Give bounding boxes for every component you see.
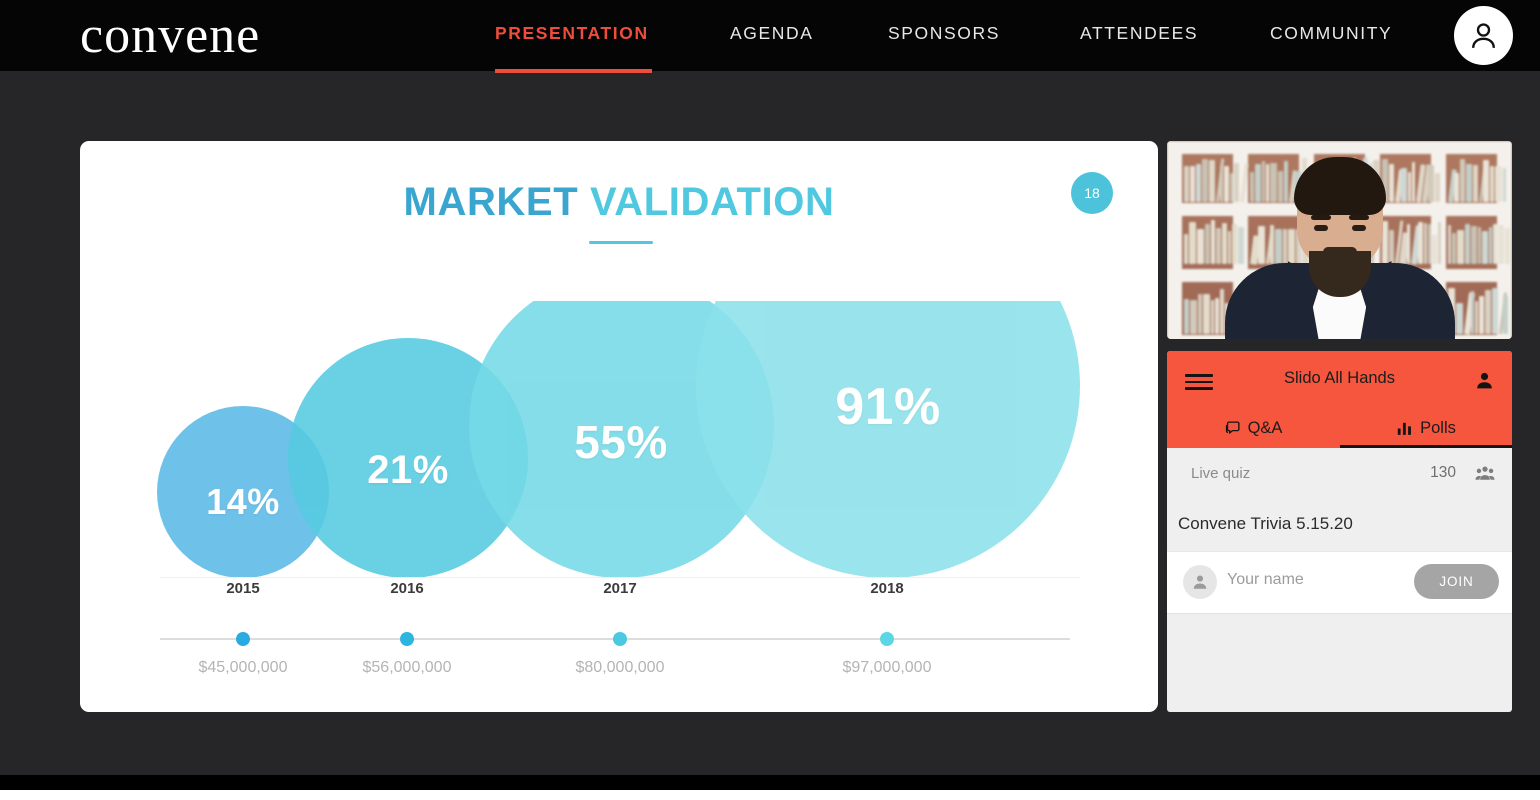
bubble-2018: 91% — [696, 301, 1080, 578]
nav-item-agenda[interactable]: AGENDA — [730, 23, 814, 49]
top-navigation-bar: convene PRESENTATION AGENDA SPONSORS ATT… — [0, 0, 1540, 73]
tab-qa[interactable]: Q&A — [1167, 409, 1339, 448]
tab-qa-label: Q&A — [1247, 419, 1283, 437]
participant-count: 130 — [1430, 464, 1456, 481]
group-icon — [1475, 465, 1495, 488]
chart-baseline — [160, 577, 1080, 578]
person-icon — [1477, 372, 1492, 389]
join-bar: JOIN — [1167, 551, 1512, 614]
amount-label-2015: $45,000,000 — [198, 659, 288, 676]
slido-title: Slido All Hands — [1284, 369, 1395, 387]
active-nav-underline — [495, 69, 652, 73]
presentation-slide: MARKET VALIDATION 18 14% 21% 55% 91% 201… — [80, 141, 1158, 712]
timeline-marker-2017[interactable] — [613, 632, 627, 646]
slido-profile-button[interactable] — [1474, 370, 1495, 396]
user-avatar-button[interactable] — [1454, 6, 1513, 65]
slide-title: MARKET VALIDATION — [80, 180, 1158, 225]
slido-panel: Slido All Hands Q&A Polls Live quiz 130 … — [1167, 351, 1512, 712]
nav-item-attendees[interactable]: ATTENDEES — [1080, 23, 1198, 49]
nav-item-sponsors[interactable]: SPONSORS — [888, 23, 1000, 49]
person-icon — [1193, 575, 1207, 589]
speaker-brow-left — [1310, 215, 1331, 220]
tab-polls[interactable]: Polls — [1340, 409, 1512, 448]
quiz-title: Convene Trivia 5.15.20 — [1178, 514, 1353, 533]
speaker-video[interactable] — [1167, 141, 1512, 339]
join-button[interactable]: JOIN — [1414, 564, 1499, 599]
timeline-marker-2015[interactable] — [236, 632, 250, 646]
bubble-chart: 14% 21% 55% 91% — [80, 301, 1158, 578]
year-label-2018: 2018 — [870, 580, 904, 597]
bar-chart-icon — [1397, 422, 1412, 435]
app-root: convene PRESENTATION AGENDA SPONSORS ATT… — [0, 0, 1540, 800]
page-bottom-edge — [0, 790, 1540, 800]
slide-number-badge[interactable]: 18 — [1071, 172, 1113, 214]
slido-header: Slido All Hands Q&A Polls — [1167, 351, 1512, 448]
year-label-2016: 2016 — [390, 580, 424, 597]
bubble-value-2018: 91% — [835, 377, 941, 436]
speaker-brow-right — [1348, 215, 1369, 220]
nav-items: PRESENTATION AGENDA SPONSORS ATTENDEES C… — [440, 0, 1420, 71]
speaker-eye-right — [1351, 225, 1366, 231]
year-label-2015: 2015 — [226, 580, 260, 597]
join-avatar — [1183, 565, 1217, 599]
slido-tabs: Q&A Polls — [1167, 409, 1512, 448]
amount-label-2016: $56,000,000 — [362, 659, 452, 676]
title-divider — [589, 241, 653, 244]
speaker-eye-left — [1313, 225, 1328, 231]
slide-title-part2: VALIDATION — [589, 180, 835, 224]
tab-polls-label: Polls — [1420, 419, 1456, 437]
slide-title-part1: MARKET — [403, 180, 579, 224]
timeline-marker-2016[interactable] — [400, 632, 414, 646]
person-icon — [1472, 23, 1495, 48]
convene-logo[interactable]: convene — [80, 8, 260, 64]
quiz-meta-row: Live quiz 130 — [1167, 448, 1512, 506]
nav-item-community[interactable]: COMMUNITY — [1270, 23, 1392, 49]
speech-bubble-icon — [1225, 421, 1240, 434]
nav-item-presentation[interactable]: PRESENTATION — [495, 23, 649, 49]
year-label-2017: 2017 — [603, 580, 637, 597]
quiz-kind-label: Live quiz — [1191, 465, 1251, 482]
timeline-marker-2018[interactable] — [880, 632, 894, 646]
amount-label-2018: $97,000,000 — [842, 659, 932, 676]
name-input[interactable] — [1225, 570, 1409, 590]
bottom-black-bar — [0, 775, 1540, 790]
amount-label-2017: $80,000,000 — [575, 659, 665, 676]
